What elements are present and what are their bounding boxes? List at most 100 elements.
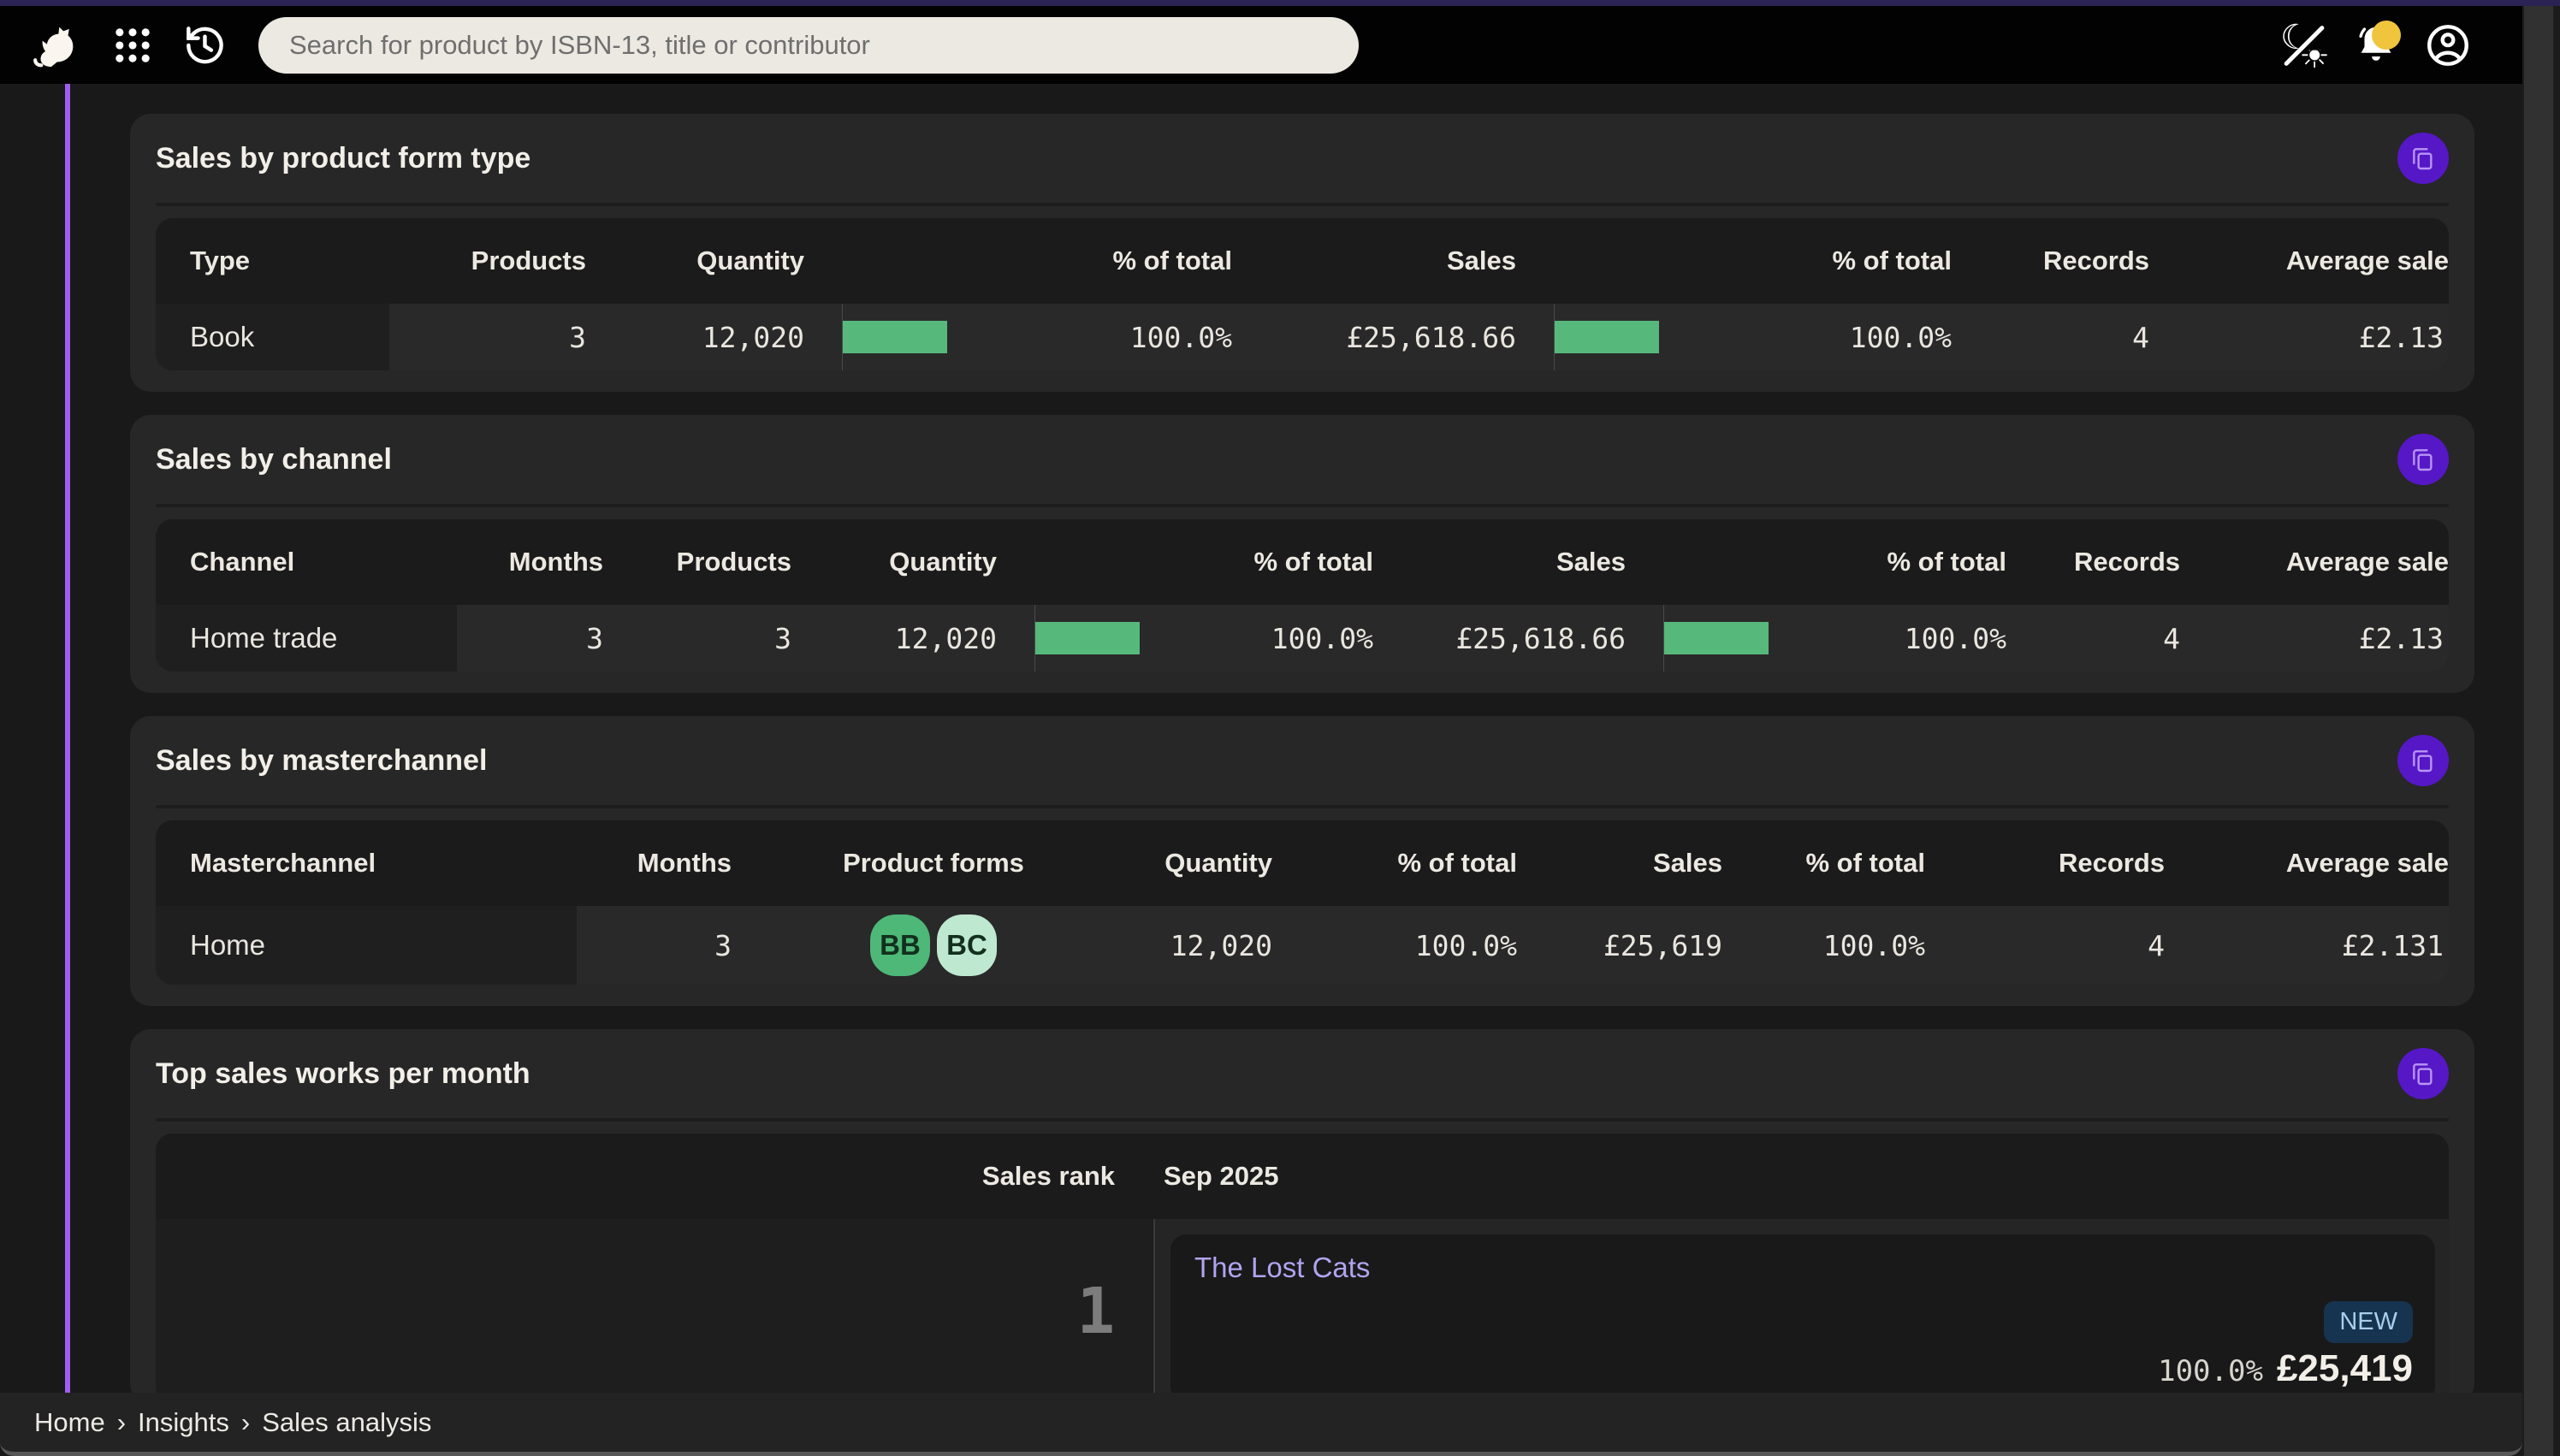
breadcrumb: Home › Insights › Sales analysis [34, 1407, 431, 1438]
col-quantity: Quantity [1164, 848, 1272, 878]
quantity-bar [997, 605, 1194, 672]
col-records: Records [2073, 547, 2180, 577]
col-sales: Sales [1446, 246, 1516, 275]
quantity-bar [804, 304, 1001, 370]
notifications-bell-icon[interactable] [2350, 19, 2403, 72]
cat-logo[interactable] [24, 18, 87, 73]
card-title: Sales by product form type [156, 141, 531, 175]
cell-sales: £25,618.66 [1346, 320, 1516, 354]
cell-type: Book [156, 304, 389, 370]
cell-sales-pct: 100.0% [1849, 320, 1952, 354]
window-top-accent-strip [0, 0, 2560, 6]
table-row[interactable]: Book 3 12,020 100.0% £25,618.66 100.0% 4… [156, 304, 2449, 370]
cat-icon [33, 27, 74, 67]
cell-qty-pct: 100.0% [1414, 928, 1517, 962]
col-sales-rank: Sales rank [981, 1161, 1115, 1191]
main-content: Sales by product form type Type Products… [0, 84, 2560, 1393]
search-bar [258, 16, 1359, 74]
cell-qty-pct: 100.0% [1129, 320, 1232, 354]
card-divider [156, 203, 2449, 206]
cell-sales: £25,619 [1603, 928, 1722, 962]
breadcrumb-insights[interactable]: Insights [138, 1407, 229, 1438]
work-amounts: 100.0% £25,419 [2158, 1347, 2413, 1390]
cell-sales-pct: 100.0% [1904, 621, 2006, 655]
cell-sales-rank: 1 [156, 1219, 1153, 1393]
topbar-right-icons: ☾ ☀ [2259, 19, 2474, 75]
card-sales-by-masterchannel: Sales by masterchannel Masterchannel Mon… [130, 716, 2474, 1006]
work-card[interactable]: The Lost Cats NEW 100.0% £25,419 [1170, 1234, 2435, 1393]
form-type-table: Type Products Quantity % of total Sales … [156, 218, 2449, 370]
col-products: Products [676, 547, 791, 577]
cell-products: 3 [569, 320, 586, 354]
table-header-row: Type Products Quantity % of total Sales … [156, 218, 2449, 304]
card-divider [156, 805, 2449, 808]
col-sales: Sales [1556, 547, 1626, 577]
cell-average-sale: £2.13 [2358, 320, 2444, 354]
channel-table: Channel Months Products Quantity % of to… [156, 519, 2449, 672]
breadcrumb-separator: › [116, 1406, 127, 1437]
cell-quantity: 12,020 [894, 621, 997, 655]
copy-button[interactable] [2397, 1048, 2449, 1099]
card-title: Sales by masterchannel [156, 743, 488, 777]
work-amount: £25,419 [2276, 1347, 2413, 1389]
copy-button[interactable] [2397, 133, 2449, 184]
col-type: Type [190, 246, 251, 275]
account-icon[interactable] [2421, 19, 2474, 72]
cell-quantity: 12,020 [1170, 928, 1272, 962]
col-qty-pct: % of total [1397, 848, 1518, 878]
bar-fill [1035, 622, 1140, 654]
new-badge: NEW [2324, 1301, 2413, 1343]
table-header-row: Sales rank Sep 2025 [156, 1133, 2449, 1219]
cell-qty-pct: 100.0% [1271, 621, 1373, 655]
cell-sales-pct: 100.0% [1822, 928, 1925, 962]
masterchannel-table: Masterchannel Months Product forms Quant… [156, 820, 2449, 985]
bar-fill [843, 321, 947, 353]
top-works-table: Sales rank Sep 2025 1 The Lost Cats NEW … [156, 1133, 2449, 1393]
apps-grid-icon[interactable] [106, 19, 159, 72]
card-top-sales-works: Top sales works per month Sales rank Sep… [130, 1029, 2474, 1393]
card-divider [156, 1118, 2449, 1122]
card-sales-by-channel: Sales by channel Channel Months Products [130, 415, 2474, 693]
cell-months: 3 [586, 621, 603, 655]
cell-records: 4 [2163, 621, 2180, 655]
breadcrumb-sales-analysis[interactable]: Sales analysis [262, 1407, 431, 1438]
cell-records: 4 [2132, 320, 2149, 354]
search-input[interactable] [289, 29, 1328, 61]
left-accent-rail [65, 84, 70, 1393]
col-products: Products [471, 246, 586, 275]
cell-quantity: 12,020 [702, 320, 804, 354]
cell-product-forms: BB BC [732, 906, 1135, 985]
work-title-link[interactable]: The Lost Cats [1194, 1252, 1370, 1283]
cell-months: 3 [714, 928, 732, 962]
copy-icon [2413, 750, 2433, 772]
product-form-badge-bb: BB [870, 914, 930, 976]
table-header-row: Channel Months Products Quantity % of to… [156, 519, 2449, 605]
table-row[interactable]: Home 3 BB BC 12,020 100.0% £25,619 100.0… [156, 906, 2449, 985]
col-average-sale: Average sale [2285, 547, 2449, 577]
card-title: Sales by channel [156, 442, 392, 476]
col-average-sale: Average sale [2285, 848, 2449, 878]
topbar: ☾ ☀ [0, 6, 2522, 84]
col-average-sale: Average sale [2285, 246, 2449, 275]
work-percent: 100.0% [2158, 1354, 2263, 1388]
col-months: Months [508, 547, 603, 577]
copy-button[interactable] [2397, 434, 2449, 485]
col-qty-pct: % of total [1112, 246, 1233, 275]
col-sales-pct: % of total [1887, 547, 2007, 577]
history-icon[interactable] [178, 19, 231, 72]
product-form-badge-bc: BC [937, 914, 997, 976]
table-row[interactable]: Home trade 3 3 12,020 100.0% £25,618.66 … [156, 605, 2449, 672]
breadcrumb-home[interactable]: Home [34, 1407, 105, 1438]
col-qty-pct: % of total [1253, 547, 1374, 577]
card-title: Top sales works per month [156, 1056, 530, 1090]
card-sales-by-product-form-type: Sales by product form type Type Products… [130, 114, 2474, 392]
sales-bar [1516, 304, 1713, 370]
theme-toggle-icon[interactable]: ☾ ☀ [2278, 19, 2331, 75]
copy-icon [2413, 148, 2433, 170]
copy-button[interactable] [2397, 735, 2449, 786]
col-sales: Sales [1652, 848, 1722, 878]
sales-bar [1626, 605, 1822, 672]
scrollbar-thumb[interactable] [2524, 6, 2553, 1456]
col-sales-pct: % of total [1832, 246, 1953, 275]
col-month: Sep 2025 [1164, 1161, 1279, 1191]
